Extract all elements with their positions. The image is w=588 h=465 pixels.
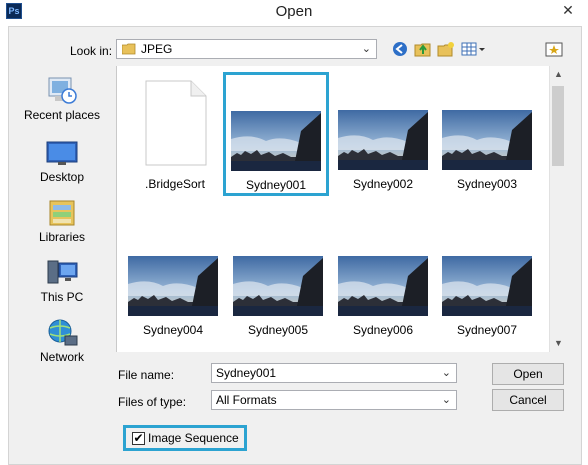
- scroll-up-icon[interactable]: ▲: [550, 66, 567, 83]
- file-item[interactable]: Sydney002: [333, 72, 433, 192]
- file-name-label: Sydney006: [352, 323, 414, 337]
- file-item[interactable]: Sydney007: [437, 218, 537, 338]
- image-thumbnail: [442, 110, 532, 170]
- new-folder-button[interactable]: [437, 40, 455, 58]
- file-list: .BridgeSort Sydney001 Sydney002 Sydney00…: [116, 66, 550, 352]
- star-folder-icon: [545, 42, 563, 57]
- file-name-label: Sydney003: [456, 177, 518, 191]
- scroll-thumb[interactable]: [552, 86, 564, 166]
- file-name-label: .BridgeSort: [144, 177, 206, 191]
- dialog-title: Open: [275, 3, 313, 20]
- vertical-scrollbar[interactable]: ▲ ▼: [549, 66, 566, 352]
- place-label: This PC: [40, 290, 84, 304]
- image-thumbnail: [233, 256, 323, 316]
- file-item[interactable]: Sydney006: [333, 218, 433, 338]
- new-folder-icon: [437, 42, 454, 57]
- filename-value: Sydney001: [216, 366, 277, 380]
- libraries-icon: [45, 198, 79, 228]
- back-button[interactable]: [392, 40, 408, 58]
- lookin-dropdown[interactable]: JPEG ⌄: [116, 39, 377, 59]
- file-name-label: Sydney004: [142, 323, 204, 337]
- lookin-label: Look in:: [70, 44, 113, 58]
- file-item[interactable]: Sydney004: [123, 218, 223, 338]
- open-button[interactable]: Open: [492, 363, 564, 385]
- file-item[interactable]: Sydney003: [437, 72, 537, 192]
- place-label: Libraries: [38, 230, 86, 244]
- image-sequence-checkbox[interactable]: ✔: [132, 432, 145, 445]
- place-label: Network: [39, 350, 84, 364]
- places-bar: Recent places Desktop Libraries This PC …: [12, 64, 112, 374]
- filename-label: File name:: [118, 368, 175, 382]
- file-name-label: Sydney005: [247, 323, 309, 337]
- image-thumbnail: [338, 110, 428, 170]
- filetype-label: Files of type:: [118, 395, 187, 409]
- this-pc-icon: [45, 258, 79, 288]
- filetype-select[interactable]: All Formats ⌄: [211, 390, 457, 410]
- chevron-down-icon: ⌄: [361, 43, 371, 55]
- up-one-level-icon: [414, 43, 431, 57]
- bridge-button[interactable]: [545, 40, 563, 58]
- image-sequence-option[interactable]: ✔ Image Sequence: [123, 425, 247, 451]
- lookin-value: JPEG: [141, 42, 173, 56]
- cancel-button[interactable]: Cancel: [492, 389, 564, 411]
- filetype-value: All Formats: [216, 393, 277, 407]
- view-menu-button[interactable]: [461, 40, 487, 58]
- file-item[interactable]: Sydney005: [228, 218, 328, 338]
- file-name-label: Sydney007: [456, 323, 518, 337]
- image-thumbnail: [231, 111, 321, 171]
- place-desktop[interactable]: Desktop: [12, 138, 112, 184]
- file-name-label: Sydney002: [352, 177, 414, 191]
- filename-input[interactable]: Sydney001 ⌄: [211, 363, 457, 383]
- scroll-down-icon[interactable]: ▼: [550, 335, 567, 352]
- close-button[interactable]: ✕: [554, 0, 582, 20]
- place-network[interactable]: Network: [12, 318, 112, 364]
- view-menu-icon: [461, 42, 485, 56]
- file-item[interactable]: .BridgeSort: [125, 72, 225, 192]
- back-arrow-icon: [393, 42, 407, 56]
- place-libraries[interactable]: Libraries: [12, 198, 112, 244]
- chevron-down-icon: ⌄: [441, 394, 451, 406]
- image-thumbnail: [128, 256, 218, 316]
- document-icon: [145, 80, 207, 166]
- image-thumbnail: [442, 256, 532, 316]
- up-folder-button[interactable]: [414, 40, 432, 58]
- chevron-down-icon[interactable]: ⌄: [442, 366, 451, 379]
- recent-places-icon: [45, 76, 79, 106]
- place-this-pc[interactable]: This PC: [12, 258, 112, 304]
- place-label: Recent places: [23, 108, 101, 122]
- file-name-label: Sydney001: [245, 178, 307, 192]
- folder-icon: [122, 43, 136, 55]
- title-bar: Ps Open ✕: [0, 0, 588, 26]
- image-sequence-label: Image Sequence: [148, 431, 239, 445]
- place-label: Desktop: [39, 170, 85, 184]
- file-item-selected[interactable]: Sydney001: [223, 72, 329, 196]
- place-recent-places[interactable]: Recent places: [12, 76, 112, 122]
- image-thumbnail: [338, 256, 428, 316]
- desktop-icon: [45, 138, 79, 168]
- network-icon: [45, 318, 79, 348]
